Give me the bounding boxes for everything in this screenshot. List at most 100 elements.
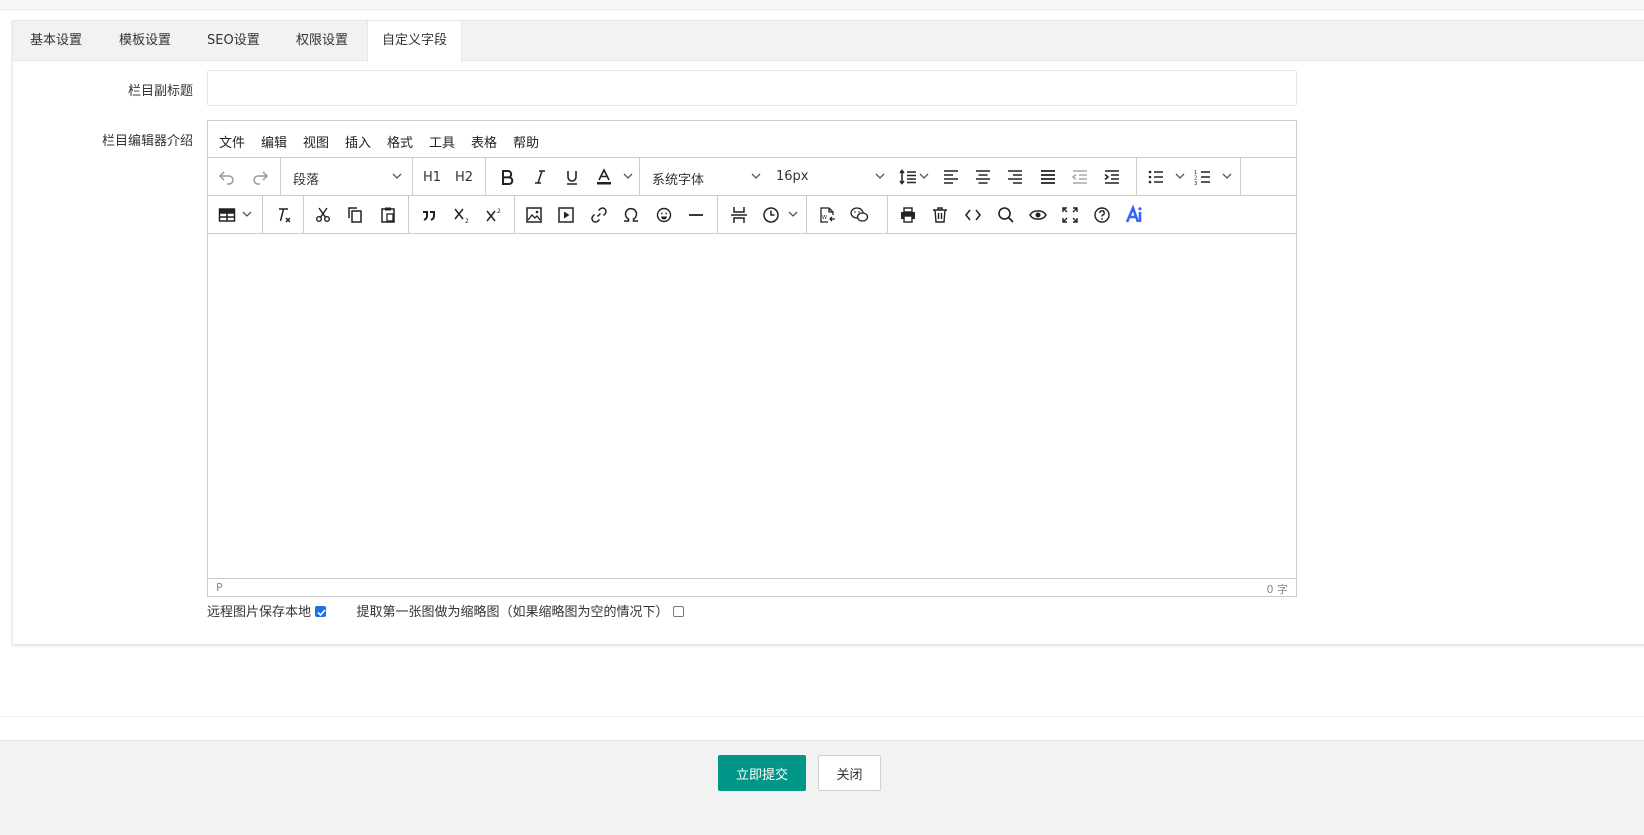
tab-template-settings[interactable]: 模板设置 <box>119 21 171 61</box>
editor-label: 栏目编辑器介绍 <box>101 134 193 149</box>
copy-icon[interactable] <box>341 201 369 229</box>
divider <box>0 716 1644 717</box>
tab-permission-settings[interactable]: 权限设置 <box>296 21 348 61</box>
editor-content-area[interactable] <box>208 235 1296 579</box>
chevron-down-icon <box>392 173 402 179</box>
page-break-icon[interactable] <box>725 201 753 229</box>
superscript-icon[interactable]: 2 <box>480 201 508 229</box>
paste-icon[interactable] <box>374 201 402 229</box>
insert-group <box>515 196 718 233</box>
h1-button[interactable]: H1 <box>418 163 446 191</box>
script-group: 2 2 <box>409 196 515 233</box>
menu-file[interactable]: 文件 <box>219 132 245 151</box>
table-icon[interactable] <box>213 201 241 229</box>
chevron-down-icon[interactable] <box>241 208 253 220</box>
clear-format-group <box>263 196 304 233</box>
font-family-select[interactable]: 系统字体 <box>640 158 764 195</box>
italic-icon[interactable] <box>526 163 554 191</box>
tab-seo-settings[interactable]: SEO设置 <box>207 21 260 61</box>
editor-statusbar: P 0 字 <box>208 578 1296 596</box>
menu-edit[interactable]: 编辑 <box>261 132 287 151</box>
first-image-thumb-checkbox[interactable] <box>672 606 684 617</box>
redo-icon[interactable] <box>246 163 274 191</box>
svg-text:W: W <box>822 215 827 221</box>
submit-button[interactable]: 立即提交 <box>718 755 806 791</box>
text-style-group <box>486 158 640 195</box>
insert-datetime-icon[interactable] <box>757 201 785 229</box>
font-size-select[interactable]: 16px <box>764 158 891 195</box>
help-icon[interactable] <box>1088 201 1116 229</box>
preview-icon[interactable] <box>1024 201 1052 229</box>
underline-icon[interactable] <box>558 163 586 191</box>
menu-help[interactable]: 帮助 <box>513 132 539 151</box>
subscript-icon[interactable]: 2 <box>448 201 476 229</box>
bullet-list-icon[interactable] <box>1142 163 1170 191</box>
chevron-down-icon <box>751 173 761 179</box>
print-icon[interactable] <box>894 201 922 229</box>
import-group: W <box>807 196 888 233</box>
tab-basic-settings[interactable]: 基本设置 <box>30 21 82 61</box>
fullscreen-icon[interactable] <box>1056 201 1084 229</box>
undo-icon[interactable] <box>213 163 241 191</box>
delete-icon[interactable] <box>926 201 954 229</box>
h2-button[interactable]: H2 <box>450 163 478 191</box>
horizontal-rule-icon[interactable] <box>682 201 710 229</box>
chevron-down-icon[interactable] <box>1221 170 1233 182</box>
chevron-down-icon[interactable] <box>918 170 930 182</box>
align-right-icon[interactable] <box>1001 163 1029 191</box>
editor-options: 远程图片保存本地 提取第一张图做为缩略图（如果缩略图为空的情况下） <box>207 601 684 620</box>
list-group: 123 <box>1137 158 1241 195</box>
outdent-icon[interactable] <box>1066 163 1094 191</box>
block-format-value: 段落 <box>293 173 320 188</box>
settings-panel: 基本设置 模板设置 SEO设置 权限设置 自定义字段 栏目副标题 栏目编辑器介绍… <box>12 20 1644 645</box>
top-strip <box>0 0 1644 10</box>
chevron-down-icon[interactable] <box>1174 170 1186 182</box>
align-justify-icon[interactable] <box>1034 163 1062 191</box>
chevron-down-icon[interactable] <box>622 170 634 182</box>
import-word-icon[interactable]: W <box>813 201 841 229</box>
word-count[interactable]: 0 字 <box>1267 581 1289 597</box>
save-remote-images-checkbox[interactable] <box>315 606 327 617</box>
menu-insert[interactable]: 插入 <box>345 132 371 151</box>
menu-table[interactable]: 表格 <box>471 132 497 151</box>
ai-assistant-icon[interactable] <box>1121 201 1149 229</box>
text-color-icon[interactable] <box>590 163 618 191</box>
bold-icon[interactable] <box>493 163 521 191</box>
tab-bar: 基本设置 模板设置 SEO设置 权限设置 自定义字段 <box>13 21 1644 62</box>
link-icon[interactable] <box>585 201 613 229</box>
blockquote-icon[interactable] <box>415 201 443 229</box>
image-icon[interactable] <box>520 201 548 229</box>
subtitle-input[interactable] <box>207 70 1297 106</box>
subtitle-label: 栏目副标题 <box>127 84 193 99</box>
editor-menubar: 文件 编辑 视图 插入 格式 工具 表格 帮助 <box>208 121 1296 158</box>
chevron-down-icon <box>875 173 885 179</box>
indent-icon[interactable] <box>1098 163 1126 191</box>
close-button[interactable]: 关闭 <box>818 755 881 791</box>
block-format-select[interactable]: 段落 <box>281 158 413 195</box>
rich-text-editor: 文件 编辑 视图 插入 格式 工具 表格 帮助 段落 H1 H2 系统字体 16… <box>207 120 1297 597</box>
numbered-list-icon[interactable]: 123 <box>1189 163 1217 191</box>
menu-tools[interactable]: 工具 <box>429 132 455 151</box>
clear-formatting-icon[interactable] <box>269 201 297 229</box>
video-icon[interactable] <box>552 201 580 229</box>
footer-bar: 立即提交 关闭 <box>0 740 1644 835</box>
cut-icon[interactable] <box>309 201 337 229</box>
source-code-icon[interactable] <box>959 201 987 229</box>
align-left-icon[interactable] <box>937 163 965 191</box>
menu-view[interactable]: 视图 <box>303 132 329 151</box>
align-center-icon[interactable] <box>969 163 997 191</box>
wechat-icon[interactable] <box>845 201 873 229</box>
chevron-down-icon[interactable] <box>787 208 799 220</box>
save-remote-images-label: 远程图片保存本地 <box>207 605 312 620</box>
special-character-icon[interactable] <box>617 201 645 229</box>
emoji-icon[interactable] <box>650 201 678 229</box>
history-group <box>208 158 281 195</box>
editor-toolbar-row-2: 2 2 W <box>208 196 1296 234</box>
tab-custom-fields[interactable]: 自定义字段 <box>367 21 462 62</box>
element-path[interactable]: P <box>216 581 223 594</box>
align-group <box>891 158 1137 195</box>
search-icon[interactable] <box>992 201 1020 229</box>
svg-text:2: 2 <box>497 208 501 215</box>
menu-format[interactable]: 格式 <box>387 132 413 151</box>
table-group <box>208 196 263 233</box>
